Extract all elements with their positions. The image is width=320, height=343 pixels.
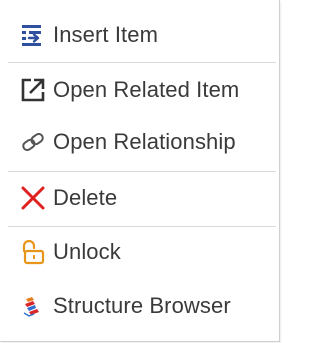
menu-divider <box>8 226 276 227</box>
menu-item-open-relationship[interactable]: Open Relationship <box>0 122 279 162</box>
unlock-padlock-icon <box>20 239 46 265</box>
menu-divider <box>8 171 276 172</box>
menu-item-label: Open Related Item <box>53 77 240 102</box>
menu-item-delete[interactable]: Delete <box>0 178 279 218</box>
insert-item-icon <box>20 22 46 48</box>
menu-item-label: Unlock <box>53 239 121 264</box>
context-menu: Insert Item Open Related Item Open Relat… <box>0 0 280 342</box>
menu-item-insert-item[interactable]: Insert Item <box>0 15 279 55</box>
menu-item-label: Delete <box>53 185 118 210</box>
menu-item-label: Insert Item <box>53 22 159 47</box>
menu-item-label: Open Relationship <box>53 129 236 154</box>
structure-browser-icon <box>20 293 46 319</box>
menu-item-label: Structure Browser <box>53 293 231 318</box>
menu-item-unlock[interactable]: Unlock <box>0 232 279 272</box>
menu-divider <box>8 62 276 63</box>
menu-item-structure-browser[interactable]: Structure Browser <box>0 286 279 326</box>
menu-item-open-related-item[interactable]: Open Related Item <box>0 70 279 110</box>
open-external-icon <box>20 77 46 103</box>
delete-x-icon <box>20 185 46 211</box>
relationship-link-icon <box>20 129 46 155</box>
